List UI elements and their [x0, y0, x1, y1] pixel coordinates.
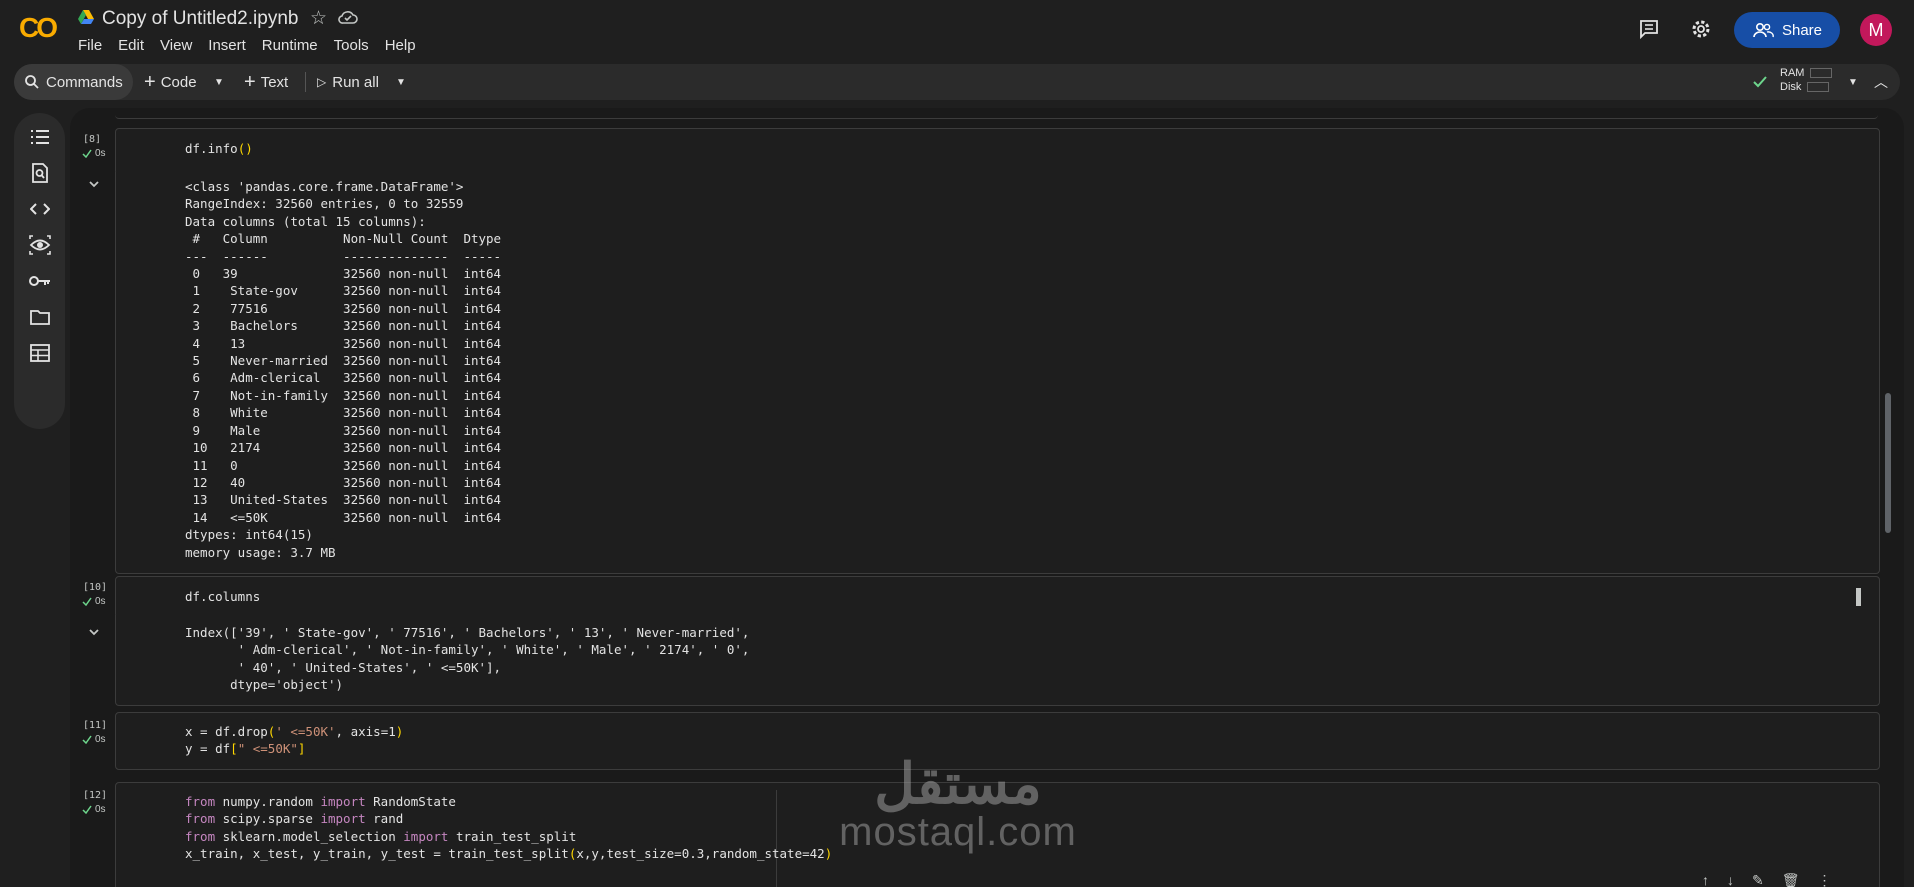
run-duration: 0s [95, 148, 106, 159]
code-text[interactable]: x = df.drop(' <=50K', axis=1) y = df[" <… [185, 723, 403, 758]
gear-icon[interactable] [1690, 18, 1712, 40]
find-replace-icon[interactable] [28, 161, 52, 185]
execution-count: [8] [83, 134, 102, 145]
menu-view[interactable]: View [160, 37, 192, 54]
drive-icon [78, 10, 94, 24]
collapse-output-icon[interactable] [88, 178, 100, 190]
resource-meter[interactable]: RAM Disk [1780, 66, 1833, 94]
move-down-icon[interactable]: ↓ [1727, 872, 1734, 887]
cell-output: Index(['39', ' State-gov', ' 77516', ' B… [185, 625, 750, 693]
plus-icon: + [244, 70, 256, 93]
plus-icon: + [144, 70, 156, 93]
caret-down-icon: ▼ [1848, 76, 1858, 88]
check-icon [82, 805, 92, 814]
key-icon[interactable] [28, 269, 52, 293]
move-up-icon[interactable]: ↑ [1702, 872, 1709, 887]
menu-insert[interactable]: Insert [208, 37, 246, 54]
text-label: Text [260, 73, 289, 91]
share-label: Share [1781, 21, 1823, 39]
run-duration: 0s [95, 596, 106, 607]
search-icon [25, 75, 39, 89]
watermark: مستقل mostaql.com [838, 752, 1078, 854]
commands-label: Commands [46, 73, 123, 91]
collapse-output-icon[interactable] [88, 626, 100, 638]
menu-file[interactable]: File [78, 37, 102, 54]
header: CO Copy of Untitled2.ipynb ☆ File Edit V… [0, 0, 1914, 60]
run-status: 0s [82, 596, 106, 607]
cell-output: <class 'pandas.core.frame.DataFrame'> Ra… [185, 179, 502, 560]
ram-label: RAM [1780, 67, 1805, 79]
avatar[interactable]: M [1860, 14, 1892, 46]
code-label: Code [160, 73, 197, 91]
collapse-header-button[interactable]: ︿ [1874, 64, 1888, 100]
commands-button[interactable]: Commands [14, 64, 133, 100]
watermark-arabic: مستقل [874, 752, 1042, 815]
add-text-button[interactable]: + Text [244, 64, 288, 100]
previous-cell-edge [115, 108, 1878, 119]
magic-edit-icon[interactable]: ✎ [1752, 872, 1764, 887]
folder-icon[interactable] [28, 305, 52, 329]
run-status: 0s [82, 804, 106, 815]
toolbar: Commands + Code ▼ + Text ▷ Run all ▼ RAM… [14, 64, 1900, 100]
run-status: 0s [82, 148, 106, 159]
run-duration: 0s [95, 734, 106, 745]
more-options-icon[interactable]: ⋮ [1818, 872, 1832, 887]
variables-inspector-icon[interactable] [28, 233, 52, 257]
code-text[interactable]: df.info() [185, 140, 253, 157]
execution-count: [12] [83, 790, 108, 801]
menu-tools[interactable]: Tools [334, 37, 369, 54]
caret-down-icon: ▼ [396, 76, 406, 88]
code-snippets-icon[interactable] [28, 197, 52, 221]
execution-count: [11] [83, 720, 108, 731]
connected-check-icon [1752, 64, 1768, 100]
scrollbar[interactable] [1885, 393, 1891, 533]
play-icon: ▷ [317, 75, 327, 89]
menu-runtime[interactable]: Runtime [262, 37, 318, 54]
add-code-button[interactable]: + Code [144, 64, 197, 100]
menu-bar: File Edit View Insert Runtime Tools Help [78, 37, 432, 54]
disk-label: Disk [1780, 81, 1802, 93]
side-rail [14, 113, 65, 429]
code-editor[interactable] [115, 576, 1880, 618]
cell-action-toolbar: ↑ ↓ ✎ 🗑 ⋮ [1702, 872, 1832, 887]
chevron-up-icon: ︿ [1874, 74, 1888, 90]
run-status: 0s [82, 734, 106, 745]
star-icon[interactable]: ☆ [310, 7, 327, 30]
run-all-button[interactable]: ▷ Run all [317, 64, 379, 100]
ram-bar [1810, 68, 1833, 79]
share-button[interactable]: Share [1734, 12, 1840, 48]
people-icon [1753, 22, 1774, 38]
code-text[interactable]: df.columns [185, 588, 260, 605]
comment-icon[interactable] [1638, 18, 1660, 40]
cloud-saved-icon[interactable] [338, 9, 358, 25]
colab-logo[interactable]: CO [19, 12, 58, 44]
scroll-position-marker [1856, 588, 1861, 606]
caret-down-icon: ▼ [214, 76, 224, 88]
check-icon [82, 149, 92, 158]
menu-help[interactable]: Help [385, 37, 416, 54]
disk-bar [1807, 82, 1830, 93]
runtime-dropdown[interactable]: ▼ [1848, 64, 1858, 100]
delete-icon[interactable]: 🗑 [1782, 872, 1800, 887]
menu-edit[interactable]: Edit [118, 37, 144, 54]
execution-count: [10] [83, 582, 108, 593]
code-text[interactable]: from numpy.random import RandomState fro… [185, 793, 832, 863]
notebook-title[interactable]: Copy of Untitled2.ipynb [102, 8, 298, 30]
check-icon [82, 597, 92, 606]
code-dropdown[interactable]: ▼ [214, 64, 224, 100]
toolbar-divider [305, 72, 306, 92]
data-table-icon[interactable] [28, 341, 52, 365]
table-of-contents-icon[interactable] [28, 125, 52, 149]
code-editor[interactable] [115, 128, 1880, 175]
check-icon [82, 735, 92, 744]
watermark-latin: mostaql.com [839, 810, 1077, 854]
run-all-label: Run all [332, 73, 379, 91]
run-duration: 0s [95, 804, 106, 815]
run-all-dropdown[interactable]: ▼ [396, 64, 406, 100]
